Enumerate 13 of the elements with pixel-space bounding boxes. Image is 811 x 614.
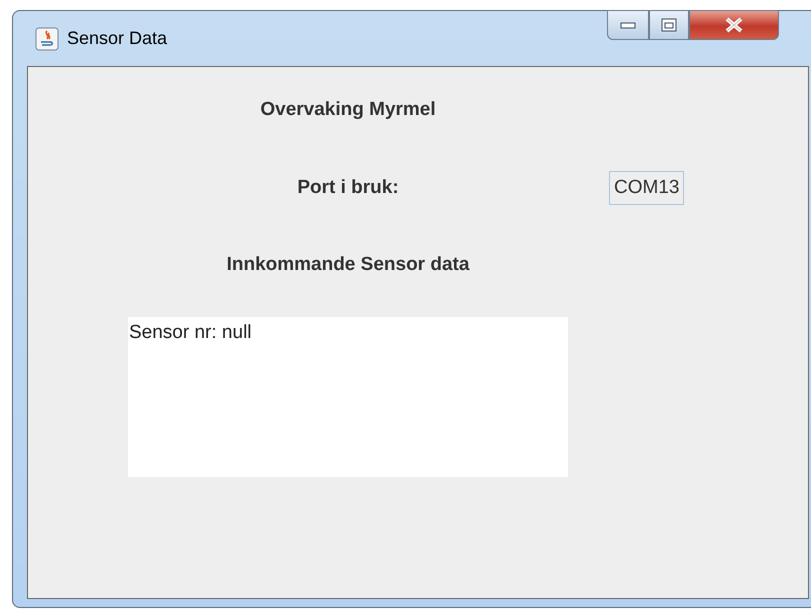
heading-label: Overvaking Myrmel: [260, 99, 436, 120]
maximize-button[interactable]: [649, 10, 689, 40]
window-title: Sensor Data: [67, 27, 168, 50]
section-label: Innkommande Sensor data: [226, 254, 470, 275]
maximize-icon: [661, 18, 677, 32]
minimize-icon: [620, 21, 636, 29]
app-icon: [35, 26, 59, 50]
sensor-data-area[interactable]: Sensor nr: null: [128, 316, 568, 476]
close-button[interactable]: [689, 10, 779, 40]
port-label: Port i bruk:: [297, 176, 399, 198]
port-field: COM13: [609, 170, 684, 205]
minimize-button[interactable]: [607, 10, 649, 40]
close-icon: [724, 17, 744, 33]
